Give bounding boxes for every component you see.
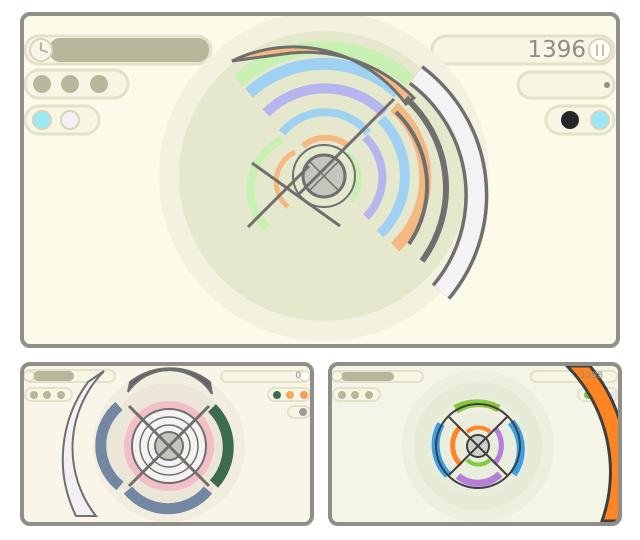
right-preview-screen: 1298 bbox=[328, 362, 622, 526]
palette-color-cyan bbox=[32, 110, 52, 130]
palette-color-black bbox=[561, 111, 579, 129]
timer-bar bbox=[24, 34, 213, 66]
life-dot-2 bbox=[61, 75, 79, 93]
right-mini-panel bbox=[516, 70, 616, 100]
life-dot-1 bbox=[33, 75, 51, 93]
score-value-right: 1298 bbox=[580, 371, 603, 381]
score-value-left: 0 bbox=[295, 371, 301, 381]
pause-icon[interactable] bbox=[588, 38, 612, 62]
lives-panel bbox=[24, 68, 130, 100]
right-preview-canvas bbox=[332, 366, 618, 522]
life-dot-3 bbox=[90, 75, 108, 93]
main-game-canvas bbox=[24, 16, 616, 341]
score-value: 1396 bbox=[527, 37, 586, 63]
left-preview-canvas bbox=[24, 367, 310, 522]
main-game-screen: 1396 bbox=[20, 12, 620, 348]
left-preview-screen: 0 bbox=[20, 362, 314, 526]
right-color-panel bbox=[544, 104, 616, 136]
left-color-panel bbox=[24, 104, 101, 136]
palette-color-white bbox=[60, 110, 80, 130]
palette-color-cyan-2 bbox=[590, 110, 610, 130]
